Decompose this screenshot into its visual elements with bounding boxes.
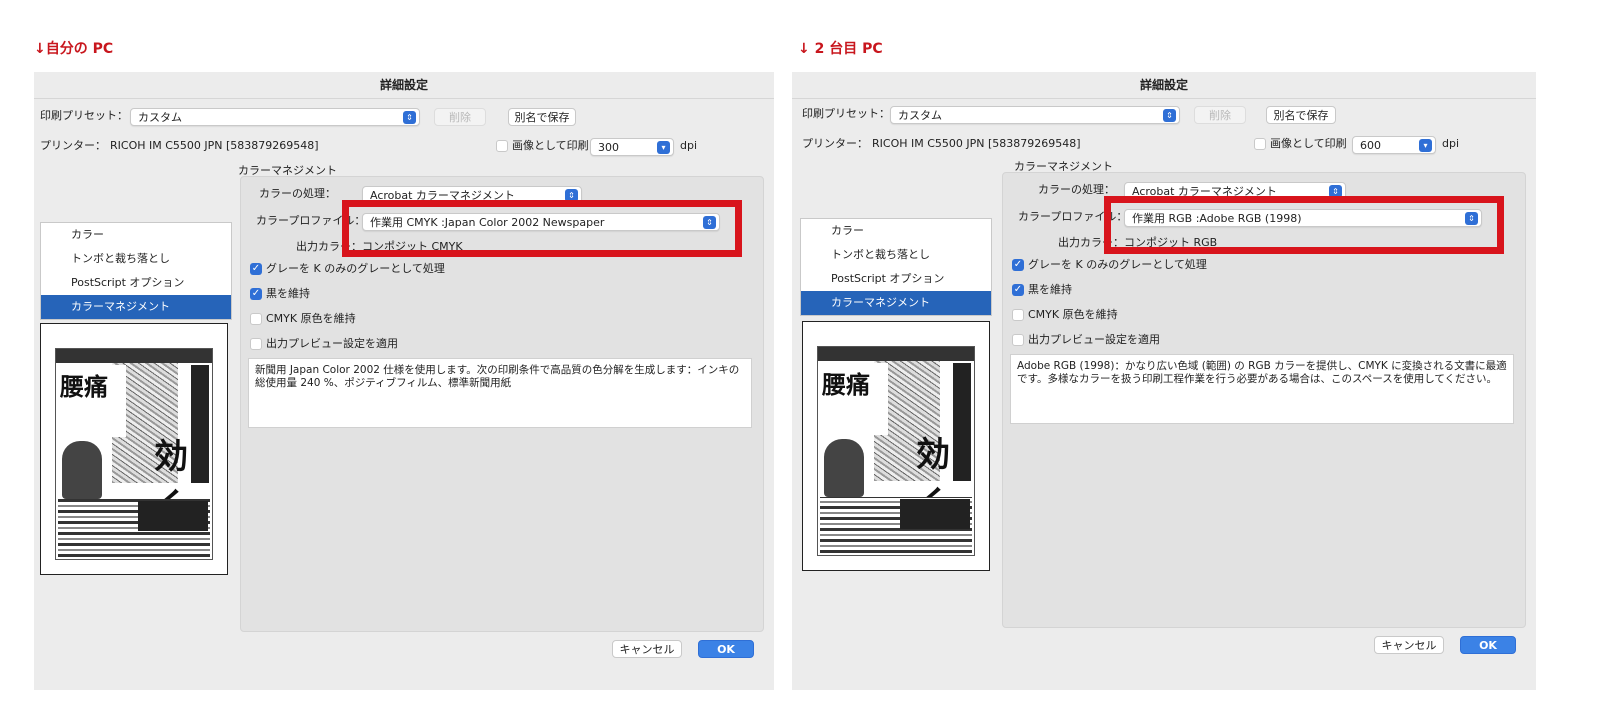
preserve-black-checkbox[interactable]: ✓ — [250, 288, 262, 300]
dialog-title: 詳細設定 — [792, 72, 1536, 99]
caption-my-pc: ↓自分の PC — [34, 41, 114, 57]
print-as-image-label: 画像として印刷 — [1270, 137, 1347, 150]
nav-item-postscript[interactable]: PostScript オプション — [41, 271, 231, 295]
dpi-unit: dpi — [1442, 137, 1460, 150]
output-preview-label: 出力プレビュー設定を適用 — [266, 337, 398, 350]
chevron-updown-icon: ⇕ — [1163, 109, 1176, 122]
output-preview-checkbox[interactable] — [1012, 334, 1024, 346]
preset-value: カスタム — [138, 111, 182, 124]
preset-select[interactable]: カスタム ⇕ — [130, 108, 420, 126]
highlight-box — [342, 200, 742, 257]
dpi-value: 300 — [598, 141, 619, 154]
delete-button[interactable]: 削除 — [434, 108, 486, 126]
nav-item-color[interactable]: カラー — [801, 219, 991, 243]
preserve-black-label: 黒を維持 — [266, 287, 310, 300]
output-preview-label: 出力プレビュー設定を適用 — [1028, 333, 1160, 346]
nav-item-color-management[interactable]: カラーマネジメント — [41, 295, 231, 319]
profile-description: 新聞用 Japan Color 2002 仕様を使用します。次の印刷条件で高品質… — [248, 358, 752, 428]
settings-nav: カラー トンボと裁ち落とし PostScript オプション カラーマネジメント — [800, 218, 992, 316]
chevron-down-icon: ▾ — [1419, 139, 1432, 152]
newspaper-ad-image: 腰痛 効く — [55, 348, 213, 560]
profile-description: Adobe RGB (1998)：かなり広い色域 (範囲) の RGB カラーを… — [1010, 354, 1514, 424]
printer-value: RICOH IM C5500 JPN [583879269548] — [110, 139, 319, 152]
color-handling-label: カラーの処理： — [259, 187, 336, 200]
cmyk-primaries-checkbox[interactable] — [1012, 309, 1024, 321]
nav-item-color-management[interactable]: カラーマネジメント — [801, 291, 991, 315]
save-as-button[interactable]: 別名で保存 — [1266, 106, 1336, 124]
preserve-black-label: 黒を維持 — [1028, 283, 1072, 296]
gray-k-checkbox[interactable]: ✓ — [250, 263, 262, 275]
cancel-button[interactable]: キャンセル — [1374, 636, 1444, 654]
nav-item-marks-bleeds[interactable]: トンボと裁ち落とし — [41, 247, 231, 271]
ok-button[interactable]: OK — [1460, 636, 1516, 654]
nav-item-color[interactable]: カラー — [41, 223, 231, 247]
nav-item-marks-bleeds[interactable]: トンボと裁ち落とし — [801, 243, 991, 267]
preset-label: 印刷プリセット： — [40, 109, 128, 122]
dialog-title: 詳細設定 — [34, 72, 774, 99]
printer-label: プリンター： — [40, 139, 106, 152]
dpi-select[interactable]: 600 ▾ — [1352, 136, 1436, 154]
dpi-value: 600 — [1360, 139, 1381, 152]
page-preview-thumbnail: 腰痛 効く — [40, 323, 228, 575]
settings-nav: カラー トンボと裁ち落とし PostScript オプション カラーマネジメント — [40, 222, 232, 320]
delete-button[interactable]: 削除 — [1194, 106, 1246, 124]
printer-value: RICOH IM C5500 JPN [583879269548] — [872, 137, 1081, 150]
gray-k-label: グレーを K のみのグレーとして処理 — [266, 262, 445, 275]
nav-item-postscript[interactable]: PostScript オプション — [801, 267, 991, 291]
print-as-image-label: 画像として印刷 — [512, 139, 589, 152]
print-dialog-left: 詳細設定 印刷プリセット： カスタム ⇕ 削除 別名で保存 プリンター： RIC… — [34, 72, 774, 690]
output-preview-checkbox[interactable] — [250, 338, 262, 350]
cmyk-primaries-label: CMYK 原色を維持 — [1028, 308, 1118, 321]
print-dialog-right: 詳細設定 印刷プリセット： カスタム ⇕ 削除 別名で保存 プリンター： RIC… — [792, 72, 1536, 690]
headline-1: 腰痛 — [822, 370, 870, 399]
cmyk-primaries-checkbox[interactable] — [250, 313, 262, 325]
ok-button[interactable]: OK — [698, 640, 754, 658]
printer-label: プリンター： — [802, 137, 868, 150]
preset-select[interactable]: カスタム ⇕ — [890, 106, 1180, 124]
page-preview-thumbnail: 腰痛 効く — [802, 321, 990, 571]
preserve-black-checkbox[interactable]: ✓ — [1012, 284, 1024, 296]
newspaper-ad-image: 腰痛 効く — [817, 346, 975, 556]
cancel-button[interactable]: キャンセル — [612, 640, 682, 658]
preset-label: 印刷プリセット： — [802, 107, 890, 120]
chevron-down-icon: ▾ — [657, 141, 670, 154]
highlight-box — [1104, 196, 1504, 254]
dpi-unit: dpi — [680, 139, 698, 152]
dpi-select[interactable]: 300 ▾ — [590, 138, 674, 156]
cmyk-primaries-label: CMYK 原色を維持 — [266, 312, 356, 325]
caption-second-pc: ↓ 2 台目 PC — [798, 41, 883, 57]
preset-value: カスタム — [898, 109, 942, 122]
print-as-image-checkbox[interactable] — [1254, 138, 1266, 150]
chevron-updown-icon: ⇕ — [403, 111, 416, 124]
gray-k-checkbox[interactable]: ✓ — [1012, 259, 1024, 271]
print-as-image-checkbox[interactable] — [496, 140, 508, 152]
headline-1: 腰痛 — [60, 372, 108, 401]
save-as-button[interactable]: 別名で保存 — [508, 108, 576, 126]
gray-k-label: グレーを K のみのグレーとして処理 — [1028, 258, 1207, 271]
